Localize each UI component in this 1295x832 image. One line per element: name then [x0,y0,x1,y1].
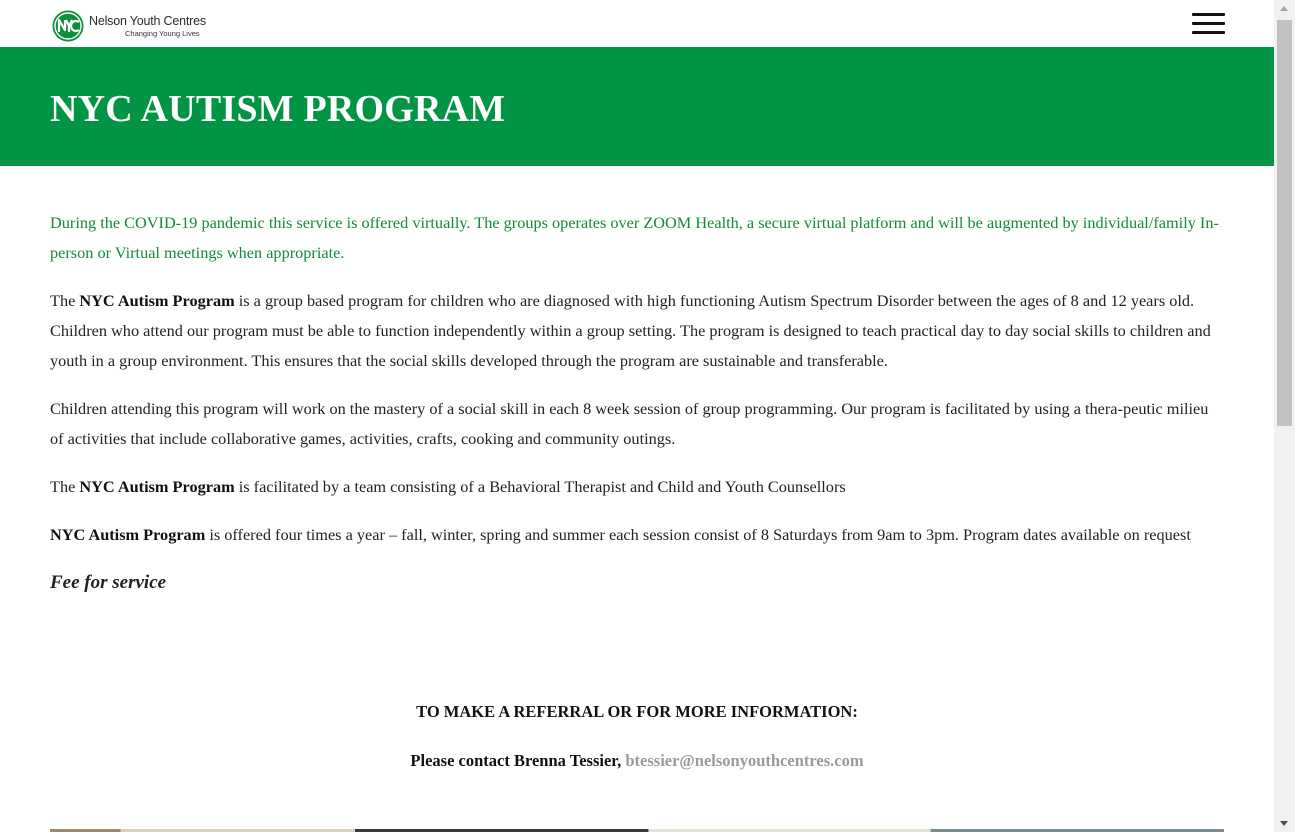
referral-heading: TO MAKE A REFERRAL OR FOR MORE INFORMATI… [416,702,858,721]
logo-tagline: Changing Young Lives [125,28,200,38]
program-description: The NYC Autism Program is a group based … [50,286,1226,376]
program-schedule: NYC Autism Program is offered four times… [50,520,1226,550]
scroll-down-arrow-icon[interactable] [1274,815,1295,832]
logo-name: Nelson Youth Centres [89,14,206,28]
site-logo[interactable]: Nelson Youth Centres Changing Young Live… [52,10,206,42]
contact-line: Please contact Brenna Tessier, btessier@… [50,751,1224,771]
program-name: NYC Autism Program [79,291,235,310]
contact-prefix: Please contact Brenna Tessier, [410,751,626,770]
page-banner: NYC AUTISM PROGRAM [0,47,1274,166]
scrollbar-thumb[interactable] [1277,20,1292,426]
contact-email-link[interactable]: btessier@nelsonyouthcentres.com [625,751,863,770]
text-prefix: The [50,291,80,310]
page: Nelson Youth Centres Changing Young Live… [0,0,1274,832]
text-rest: is offered four times a year – fall, win… [205,525,1191,544]
hamburger-menu-icon[interactable] [1192,13,1225,35]
logo-text: Nelson Youth Centres Changing Young Live… [89,15,206,37]
vertical-scrollbar[interactable] [1274,0,1295,832]
fee-note: Fee for service [50,572,167,593]
program-methods: Children attending this program will wor… [50,399,1209,448]
page-title: NYC AUTISM PROGRAM [50,88,506,130]
scroll-up-arrow-icon[interactable] [1274,0,1295,17]
program-name: NYC Autism Program [50,525,206,544]
text-rest: is facilitated by a team consisting of a… [234,477,846,496]
program-team: The NYC Autism Program is facilitated by… [50,472,1226,502]
main-content: During the COVID-19 pandemic this servic… [50,208,1226,616]
covid-notice: During the COVID-19 pandemic this servic… [50,213,1219,262]
site-header: Nelson Youth Centres Changing Young Live… [0,0,1274,47]
text-prefix: The [50,477,80,496]
program-name: NYC Autism Program [79,477,235,496]
nyc-logo-icon [52,10,84,42]
